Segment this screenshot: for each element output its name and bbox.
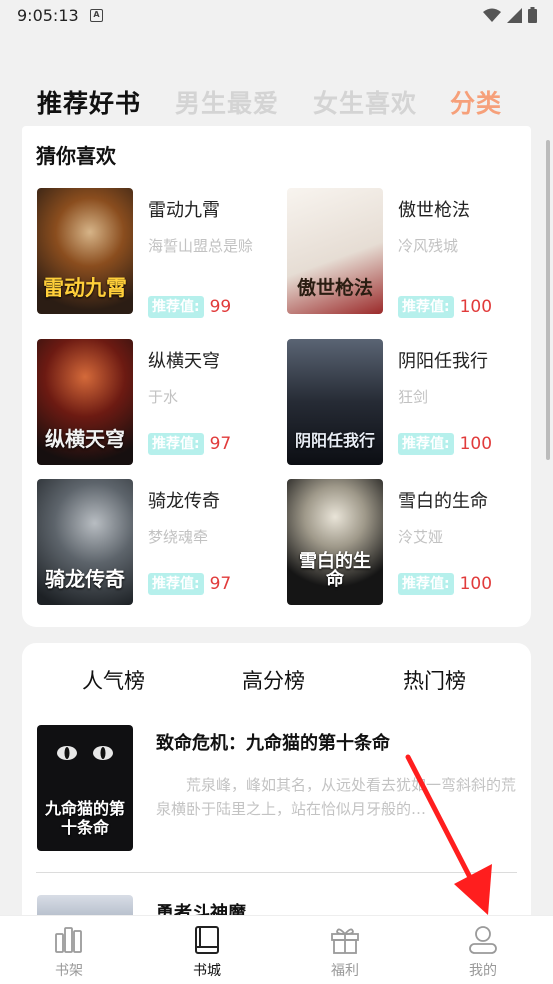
gift-icon: [331, 928, 359, 954]
section-title: 猜你喜欢: [36, 144, 116, 168]
rank-book-cover[interactable]: 九命猫的第十条命: [37, 725, 133, 851]
cat-eyes-icon: [57, 746, 113, 760]
tab-male-favorite[interactable]: 男生最爱: [175, 84, 279, 120]
profile-icon: [469, 926, 497, 954]
tab-category[interactable]: 分类: [450, 84, 502, 120]
book-name: 骑龙传奇: [148, 491, 220, 512]
book-cover: 骑龙传奇: [37, 479, 133, 605]
nav-bookshelf[interactable]: 书架: [19, 916, 119, 984]
recommend-score: 推荐值: 97: [148, 573, 231, 595]
recommend-score: 推荐值: 100: [398, 573, 492, 595]
book-cover: 阴阳任我行: [287, 339, 383, 465]
recommend-label: 推荐值:: [148, 573, 204, 595]
recommend-score: 推荐值: 99: [148, 296, 231, 318]
recommend-score: 推荐值: 97: [148, 433, 231, 455]
book-icon: [195, 926, 219, 954]
cover-title: 阴阳任我行: [294, 431, 375, 450]
book-item[interactable]: 傲世枪法 傲世枪法 冷风残城 推荐值: 100: [287, 188, 527, 318]
nav-label: 我的: [469, 963, 497, 979]
recommend-label: 推荐值:: [398, 573, 454, 595]
cover-title: 骑龙传奇: [45, 567, 125, 591]
cover-title: 九命猫的第十条命: [44, 799, 125, 837]
book-author: 海誓山盟总是赊: [148, 237, 254, 255]
recommend-value: 100: [459, 297, 493, 317]
book-name: 傲世枪法: [398, 200, 470, 221]
cover-title: 雷动九霄: [43, 275, 127, 300]
divider: [36, 872, 517, 873]
tab-hot-rank[interactable]: 热门榜: [403, 665, 466, 695]
bookshelf-icon: [55, 927, 82, 953]
tab-recommended[interactable]: 推荐好书: [37, 84, 141, 120]
recommend-value: 99: [209, 297, 232, 317]
book-author: 狂剑: [398, 388, 429, 406]
book-name: 纵横天穹: [148, 351, 220, 372]
bottom-nav: 书架 书城 福利 我的: [0, 915, 553, 984]
book-cover: 雪白的生命: [287, 479, 383, 605]
recommend-score: 推荐值: 100: [398, 433, 492, 455]
book-item[interactable]: 骑龙传奇 骑龙传奇 梦绕魂牵 推荐值: 97: [37, 479, 277, 605]
top-tabs: 推荐好书 男生最爱 女生喜欢 分类: [37, 84, 517, 120]
status-icons: [483, 7, 537, 23]
book-name: 雪白的生命: [398, 491, 488, 512]
notification-icon: A: [90, 9, 103, 22]
cover-title: 纵横天穹: [45, 427, 125, 451]
rank-book-description: 荒泉峰，峰如其名，从远处看去犹如一弯斜斜的荒泉横卧于陆里之上，站在恰似月牙般的…: [156, 776, 517, 818]
book-cover: 雷动九霄: [37, 188, 133, 314]
cover-title: 雪白的生命: [299, 551, 371, 590]
nav-label: 福利: [331, 963, 359, 979]
ranking-card: 人气榜 高分榜 热门榜 九命猫的第十条命 致命危机：九命猫的第十条命 荒泉峰，峰…: [22, 643, 531, 943]
book-name: 阴阳任我行: [398, 351, 488, 372]
battery-icon: [528, 7, 537, 23]
book-cover: 傲世枪法: [287, 188, 383, 314]
signal-icon: [507, 7, 522, 23]
guess-you-like-card: 猜你喜欢 雷动九霄 雷动九霄 海誓山盟总是赊 推荐值: 99 傲世枪法 傲世枪法…: [22, 126, 531, 627]
wifi-icon: [483, 8, 501, 22]
recommend-value: 97: [209, 434, 232, 454]
recommend-label: 推荐值:: [398, 296, 454, 318]
book-item[interactable]: 雷动九霄 雷动九霄 海誓山盟总是赊 推荐值: 99: [37, 188, 277, 318]
book-item[interactable]: 雪白的生命 雪白的生命 泠艾娅 推荐值: 100: [287, 479, 527, 605]
book-item[interactable]: 纵横天穹 纵横天穹 于水 推荐值: 97: [37, 339, 277, 465]
nav-profile[interactable]: 我的: [433, 916, 533, 984]
book-author: 泠艾娅: [398, 528, 444, 546]
book-name: 雷动九霄: [148, 200, 220, 221]
book-cover: 纵横天穹: [37, 339, 133, 465]
status-time: 9:05:13: [17, 6, 79, 25]
scrollbar[interactable]: [546, 140, 550, 460]
nav-bookstore[interactable]: 书城: [157, 916, 257, 984]
nav-welfare[interactable]: 福利: [295, 916, 395, 984]
recommend-label: 推荐值:: [398, 433, 454, 455]
tab-female-favorite[interactable]: 女生喜欢: [313, 84, 417, 120]
recommend-score: 推荐值: 100: [398, 296, 492, 318]
recommend-value: 100: [459, 434, 493, 454]
book-author: 冷风残城: [398, 237, 459, 255]
nav-label: 书架: [55, 963, 83, 979]
recommend-label: 推荐值:: [148, 296, 204, 318]
book-author: 梦绕魂牵: [148, 528, 209, 546]
rank-book-title[interactable]: 致命危机：九命猫的第十条命: [156, 729, 390, 755]
nav-label: 书城: [193, 963, 221, 979]
recommend-value: 100: [459, 574, 493, 594]
status-bar: 9:05:13 A: [0, 0, 553, 32]
book-author: 于水: [148, 388, 179, 406]
book-item[interactable]: 阴阳任我行 阴阳任我行 狂剑 推荐值: 100: [287, 339, 527, 465]
tab-score-rank[interactable]: 高分榜: [242, 665, 305, 695]
recommend-value: 97: [209, 574, 232, 594]
cover-title: 傲世枪法: [296, 277, 373, 299]
tab-popularity-rank[interactable]: 人气榜: [82, 665, 145, 695]
recommend-label: 推荐值:: [148, 433, 204, 455]
